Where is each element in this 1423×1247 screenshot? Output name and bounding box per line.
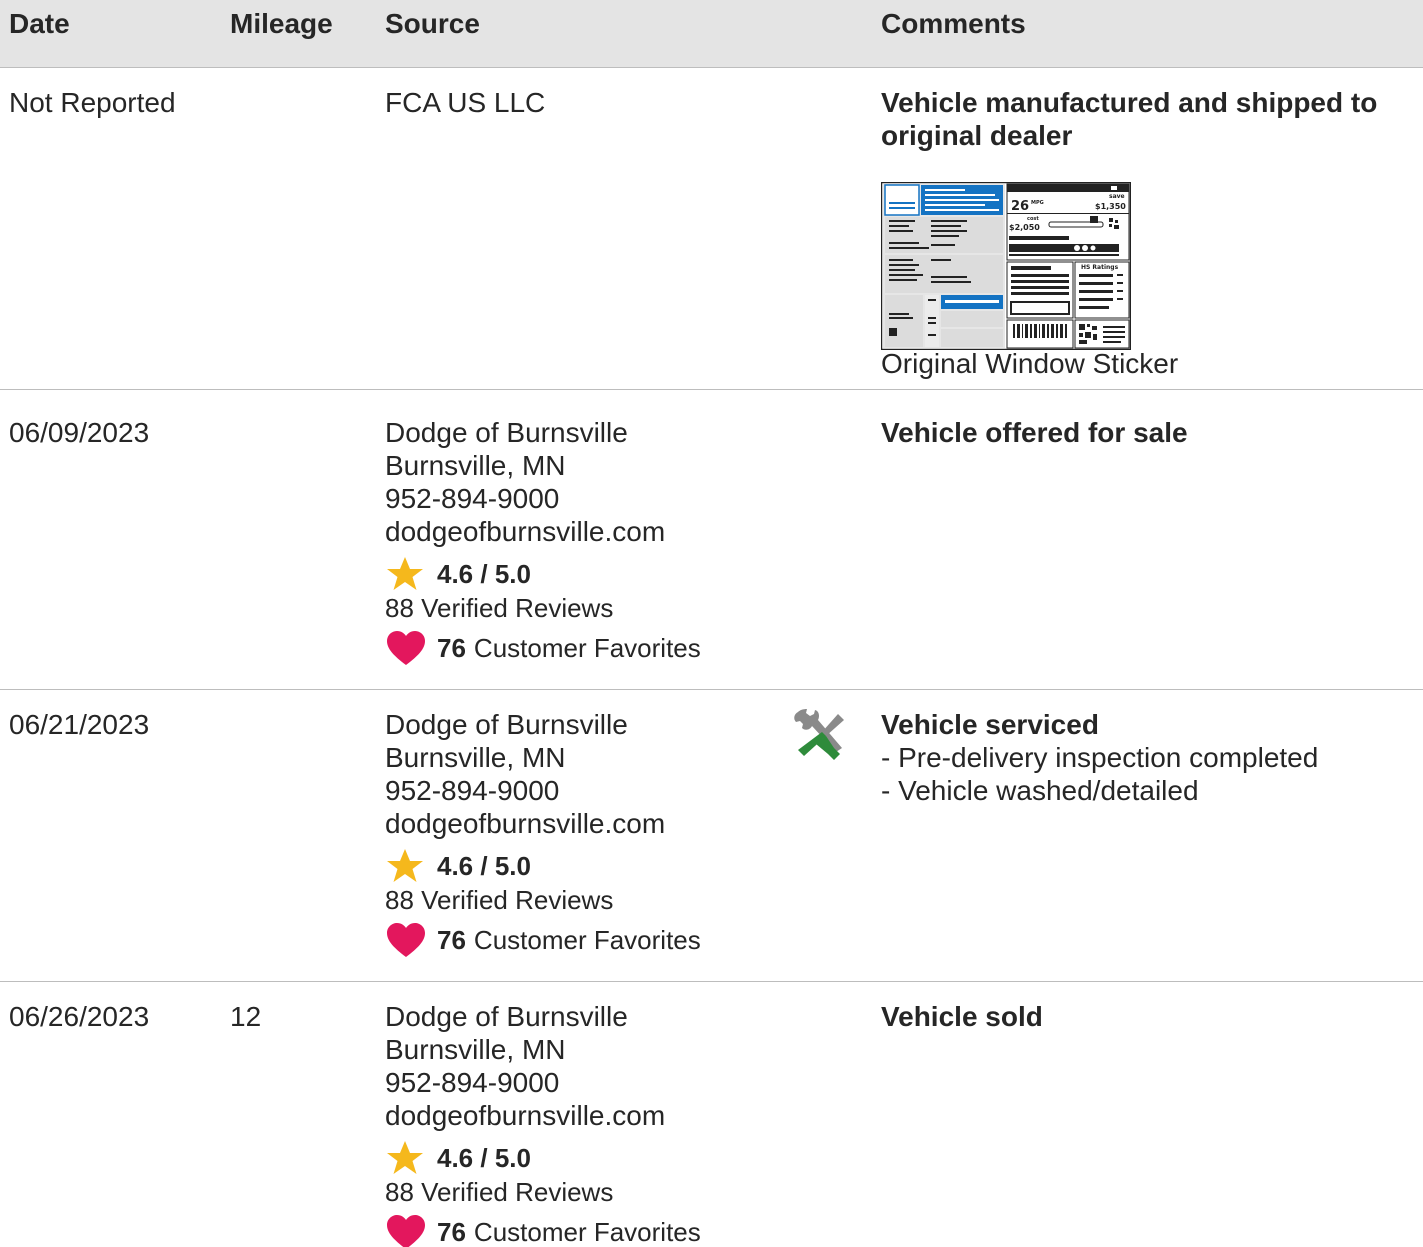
table-row: 06/09/2023 Dodge of Burnsville Burnsvill…: [0, 390, 1423, 690]
header-date: Date: [9, 8, 70, 39]
sticker-ratings: HS Ratings: [1081, 264, 1119, 271]
comment-title-line: original dealer: [881, 120, 1073, 151]
row-source: Dodge of Burnsville Burnsville, MN 952-8…: [385, 708, 785, 960]
favorites-label: Customer Favorites: [473, 632, 701, 663]
favorites-count: 76: [437, 924, 466, 955]
dealer-website[interactable]: dodgeofburnsville.com: [385, 1099, 785, 1132]
dealer-name: Dodge of Burnsville: [385, 709, 628, 740]
window-sticker-caption: Original Window Sticker: [881, 348, 1179, 379]
row-comment-title: Vehicle sold: [881, 1001, 1043, 1032]
dealer-phone: 952-894-9000: [385, 1067, 560, 1098]
customer-favorites: 76 Customer Favorites: [385, 1212, 785, 1247]
favorites-label: Customer Favorites: [473, 924, 701, 955]
header-source: Source: [385, 8, 480, 39]
dealer-rating: 4.6 / 5.0: [385, 556, 785, 592]
dealer-rating: 4.6 / 5.0: [385, 1140, 785, 1176]
header-comments: Comments: [881, 8, 1026, 39]
star-icon: [387, 1141, 423, 1174]
sticker-save: $1,350: [1095, 202, 1126, 211]
sticker-save-label: save: [1109, 193, 1125, 200]
dealer-location: Burnsville, MN: [385, 1034, 566, 1065]
sticker-cost-label: cost: [1027, 216, 1039, 222]
row-date: 06/09/2023: [9, 417, 150, 448]
customer-favorites: 76 Customer Favorites: [385, 628, 785, 668]
table-row: Not Reported FCA US LLC Vehicle manufact…: [0, 69, 1423, 390]
service-items: - Pre-delivery inspection completed - Ve…: [881, 741, 1417, 807]
heart-icon: [387, 1215, 425, 1247]
verified-reviews-link[interactable]: 88 Verified Reviews: [385, 1176, 785, 1208]
star-icon: [387, 849, 423, 882]
dealer-location: Burnsville, MN: [385, 742, 566, 773]
service-tools-icon: [794, 709, 844, 760]
rating-score: 4.6 / 5.0: [437, 850, 531, 881]
dealer-phone: 952-894-9000: [385, 483, 560, 514]
row-comment-title: Vehicle offered for sale: [881, 417, 1188, 448]
dealer-name: Dodge of Burnsville: [385, 1001, 628, 1032]
favorites-count: 76: [437, 1216, 466, 1247]
table-header: Date Mileage Source Comments: [0, 0, 1423, 68]
row-date: 06/26/2023: [9, 1001, 150, 1032]
row-date: Not Reported: [9, 87, 176, 118]
row-source-name: FCA US LLC: [385, 87, 546, 118]
customer-favorites: 76 Customer Favorites: [385, 920, 785, 960]
dealer-location: Burnsville, MN: [385, 450, 566, 481]
header-mileage: Mileage: [230, 8, 333, 39]
row-comment: Vehicle serviced - Pre-delivery inspecti…: [881, 708, 1417, 807]
table-row: 06/21/2023 Dodge of Burnsville Burnsvill…: [0, 690, 1423, 982]
dealer-website[interactable]: dodgeofburnsville.com: [385, 515, 785, 548]
row-mileage: 12: [230, 1001, 262, 1032]
vehicle-history-table: Date Mileage Source Comments Not Reporte…: [0, 0, 1423, 1247]
service-item: - Vehicle washed/detailed: [881, 775, 1199, 806]
favorites-label: Customer Favorites: [473, 1216, 701, 1247]
dealer-phone: 952-894-9000: [385, 775, 560, 806]
verified-reviews-link[interactable]: 88 Verified Reviews: [385, 592, 785, 624]
dealer-rating: 4.6 / 5.0: [385, 848, 785, 884]
table-row: 06/26/2023 12 Dodge of Burnsville Burnsv…: [0, 982, 1423, 1247]
sticker-mpg: 26: [1011, 199, 1029, 214]
rating-score: 4.6 / 5.0: [437, 1142, 531, 1173]
sticker-mpg-unit: MPG: [1031, 200, 1044, 206]
window-sticker-thumbnail[interactable]: 26 MPG save $1,350 cost $2,050 HS Rating…: [881, 182, 1131, 350]
star-icon: [387, 557, 423, 590]
row-source: Dodge of Burnsville Burnsville, MN 952-8…: [385, 416, 785, 668]
dealer-website[interactable]: dodgeofburnsville.com: [385, 807, 785, 840]
favorites-count: 76: [437, 632, 466, 663]
verified-reviews-link[interactable]: 88 Verified Reviews: [385, 884, 785, 916]
rating-score: 4.6 / 5.0: [437, 558, 531, 589]
service-item: - Pre-delivery inspection completed: [881, 742, 1319, 773]
comment-title: Vehicle serviced: [881, 709, 1099, 740]
heart-icon: [387, 923, 425, 957]
comment-title-line: Vehicle manufactured and shipped to: [881, 87, 1378, 118]
row-date: 06/21/2023: [9, 709, 150, 740]
dealer-name: Dodge of Burnsville: [385, 417, 628, 448]
row-comment-title: Vehicle manufactured and shipped to orig…: [881, 86, 1417, 152]
row-source: Dodge of Burnsville Burnsville, MN 952-8…: [385, 1000, 785, 1247]
sticker-cost: $2,050: [1009, 223, 1040, 232]
heart-icon: [387, 631, 425, 665]
